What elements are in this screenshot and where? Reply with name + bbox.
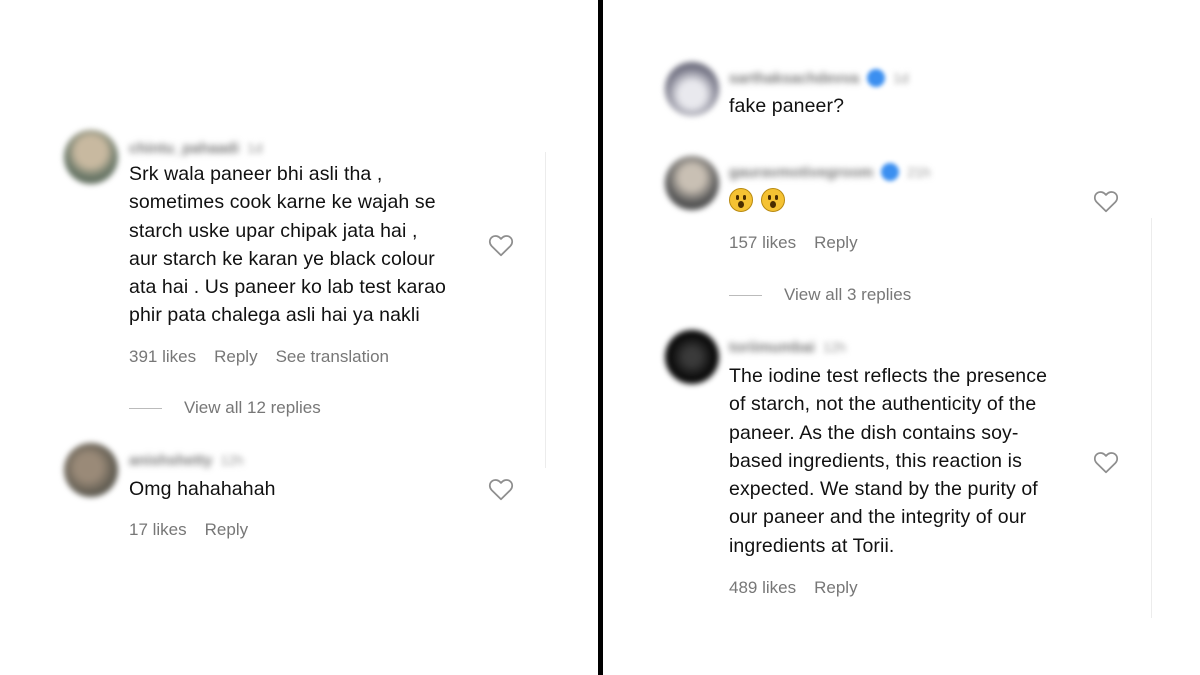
likes-count[interactable]: 157 likes [729, 233, 796, 253]
reply-button[interactable]: Reply [814, 233, 857, 253]
comment-text: fake paneer? [729, 92, 844, 120]
avatar[interactable] [665, 156, 719, 210]
reply-button[interactable]: Reply [205, 520, 248, 540]
avatar[interactable] [64, 443, 118, 497]
username[interactable]: anishshetty [129, 452, 212, 469]
comment-line: fake paneer? [729, 95, 845, 117]
avatar[interactable] [64, 130, 118, 184]
see-translation-button[interactable]: See translation [276, 347, 389, 367]
timestamp: 21h [907, 164, 931, 180]
comment-line: paneer. As the dish contains soy- [729, 421, 1019, 444]
likes-count[interactable]: 17 likes [129, 520, 187, 540]
likes-count[interactable]: 489 likes [729, 578, 796, 598]
verified-badge-icon [867, 69, 886, 87]
comment-line: sometimes cook karne ke wajah se [129, 191, 436, 214]
view-replies-button[interactable]: View all 3 replies [729, 285, 911, 305]
heart-icon[interactable] [488, 477, 514, 501]
comment-line: based ingredients, this reaction is [729, 449, 1022, 472]
comment-text: Omg hahahahah [129, 475, 276, 503]
reply-button[interactable]: Reply [214, 347, 257, 367]
username-row: toriimumbai 12h [729, 337, 846, 357]
timestamp: 1d [893, 70, 909, 86]
comment-actions: 489 likes Reply [729, 578, 858, 598]
view-replies-button[interactable]: View all 12 replies [129, 398, 321, 418]
username-row: sarthaksachdevva 1d [729, 68, 909, 88]
avatar[interactable] [665, 62, 719, 116]
comment-actions: 17 likes Reply [129, 520, 248, 540]
username[interactable]: toriimumbai [729, 339, 815, 356]
scrollbar-track [1151, 218, 1152, 618]
heart-icon[interactable] [1093, 189, 1119, 213]
timestamp: 12h [822, 339, 847, 355]
comment-line: our paneer and the integrity of our [729, 506, 1027, 529]
username[interactable]: chintu_pahaadi [129, 140, 239, 157]
username-row: gauravmotivegroom 21h [729, 162, 931, 182]
comment-line: Omg hahahahah [129, 478, 276, 500]
comment-line: The iodine test reflects the presence [729, 365, 1048, 387]
username-row: anishshetty 12h [129, 450, 244, 470]
comment-line: phir pata chalega asli hai ya nakli [129, 304, 420, 327]
divider-dash [729, 294, 762, 296]
likes-count[interactable]: 391 likes [129, 347, 196, 367]
emoji-reaction [729, 188, 789, 212]
astonished-face-emoji [761, 188, 786, 212]
view-replies-label: View all 3 replies [784, 285, 912, 304]
view-replies-label: View all 12 replies [184, 398, 321, 417]
comment-actions: 391 likes Reply See translation [129, 347, 389, 367]
left-screenshot-panel: chintu_pahaadi 1d Srk wala paneer bhi as… [0, 0, 598, 675]
comment-text: The iodine test reflects the presence of… [729, 362, 1047, 560]
heart-icon[interactable] [488, 233, 514, 257]
astonished-face-emoji [729, 188, 753, 212]
timestamp: 12h [220, 452, 244, 468]
comment-line: ata hai . Us paneer ko lab test karao [129, 276, 446, 299]
comment-line: of starch, not the authenticity of the [729, 393, 1037, 416]
comment-text: Srk wala paneer bhi asli tha , sometimes… [129, 160, 446, 330]
timestamp: 1d [247, 140, 263, 156]
comment-line: Srk wala paneer bhi asli tha , [129, 163, 383, 185]
scrollbar-track [545, 152, 546, 468]
heart-icon[interactable] [1093, 450, 1119, 474]
right-screenshot-panel: sarthaksachdevva 1d fake paneer? gauravm… [603, 0, 1200, 675]
username-row: chintu_pahaadi 1d [129, 138, 263, 158]
comment-line: expected. We stand by the purity of [729, 478, 1038, 501]
divider-dash [129, 407, 162, 409]
comment-line: ingredients at Torii. [729, 534, 895, 557]
comment-actions: 157 likes Reply [729, 233, 858, 253]
avatar[interactable] [665, 330, 719, 384]
username[interactable]: gauravmotivegroom [729, 164, 873, 181]
username[interactable]: sarthaksachdevva [729, 70, 859, 87]
comment-line: starch uske upar chipak jata hai , [129, 219, 418, 242]
reply-button[interactable]: Reply [814, 578, 857, 598]
comment-line: aur starch ke karan ye black colour [129, 247, 435, 270]
verified-badge-icon [881, 163, 900, 181]
